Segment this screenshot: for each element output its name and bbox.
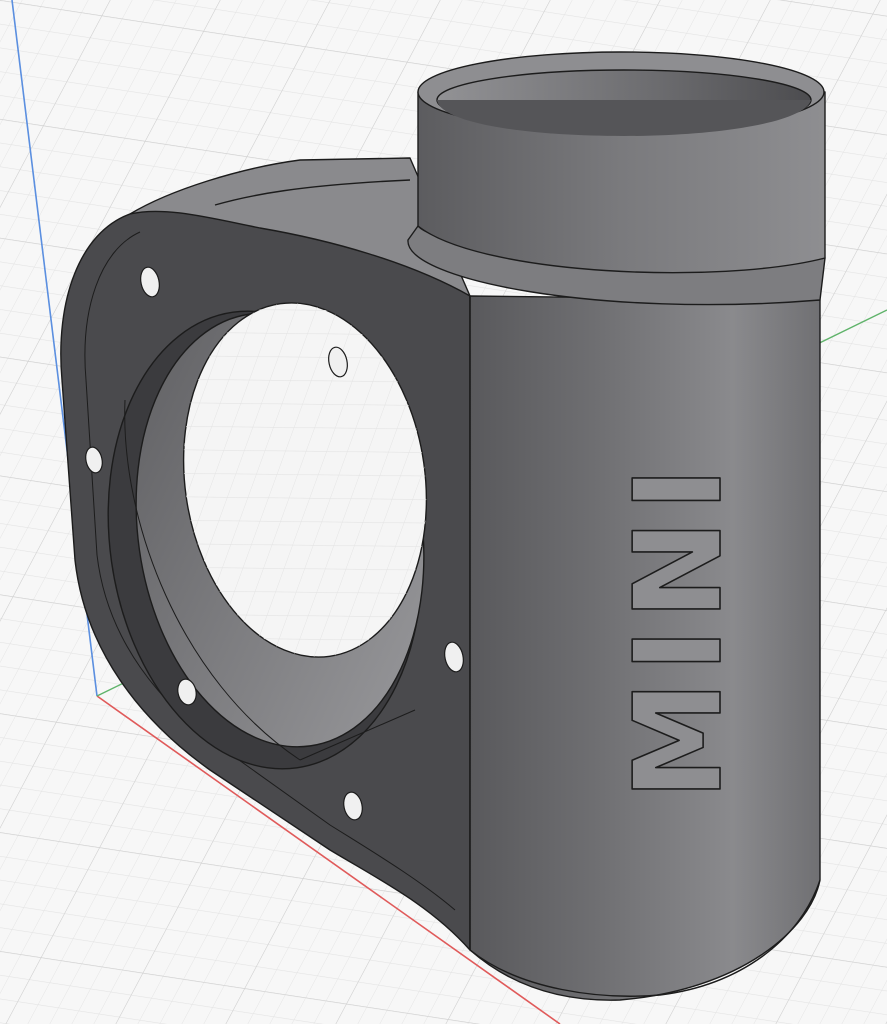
embossed-logo: MINI [609,458,750,801]
3d-viewport[interactable]: MINI [0,0,887,1024]
viewport-canvas[interactable]: MINI [0,0,887,1024]
embossed-logo-text: MINI [610,459,749,800]
